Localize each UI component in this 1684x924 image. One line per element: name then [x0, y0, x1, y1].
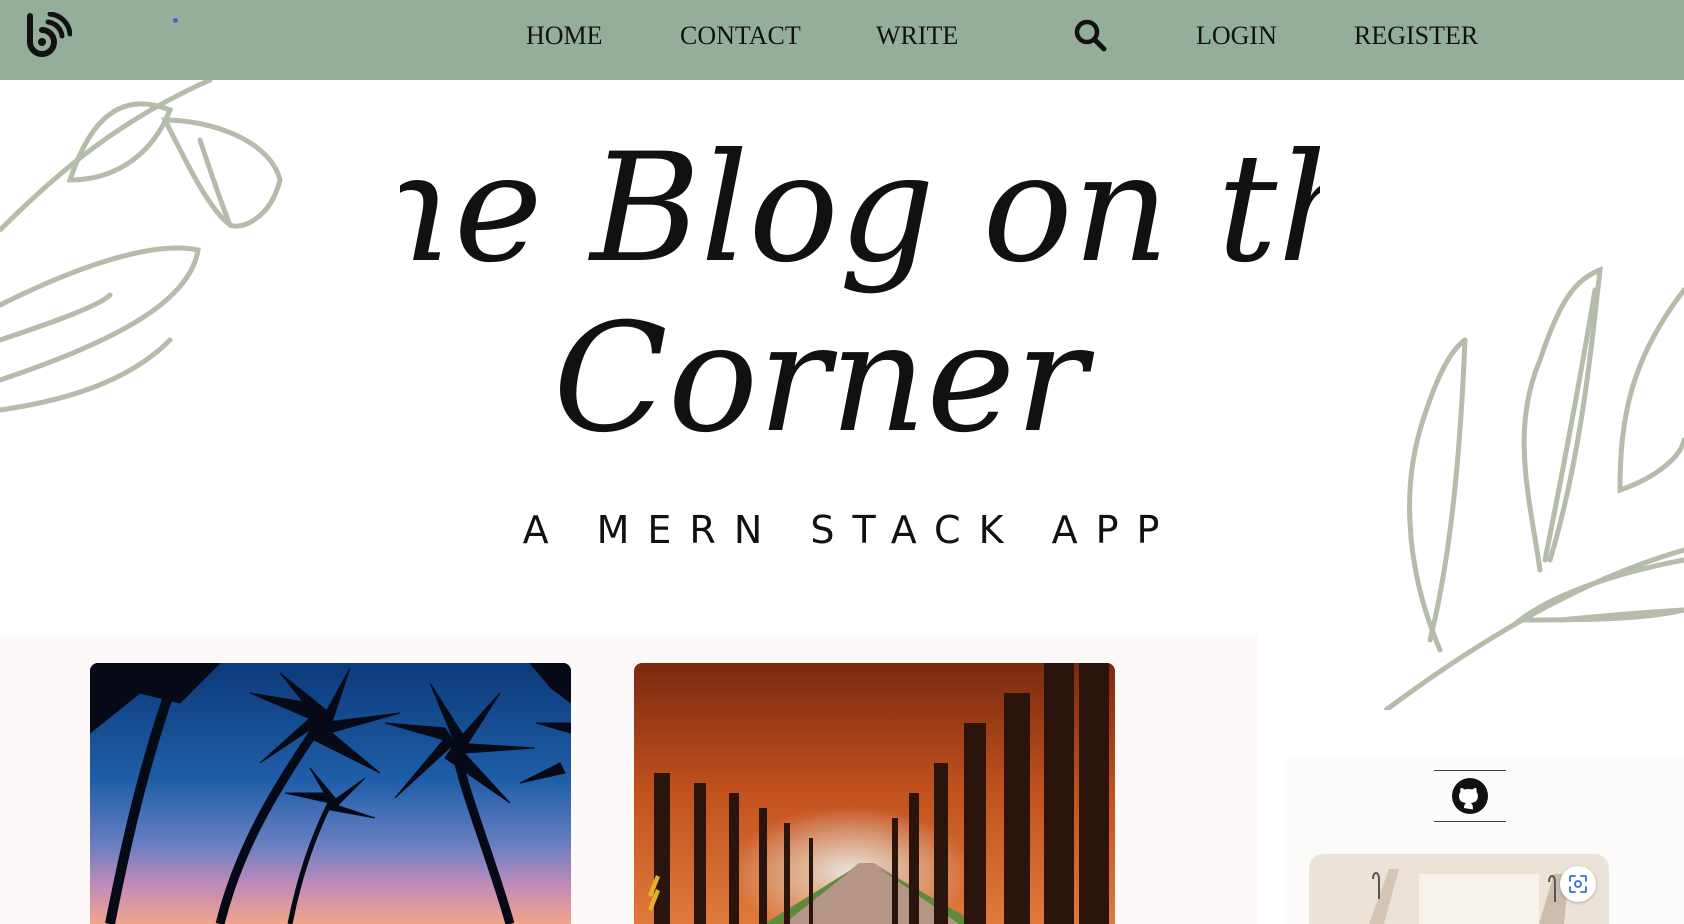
- visual-search-icon: [1569, 875, 1587, 893]
- blog-feed-logo-icon[interactable]: [24, 12, 72, 60]
- nav-register[interactable]: REGISTER: [1354, 20, 1478, 52]
- autumn-tree-path-image: [634, 663, 1115, 924]
- site-subtitle: A MERN STACK APP: [522, 508, 1178, 552]
- indicator-dot: [173, 18, 178, 23]
- post-card[interactable]: [90, 663, 571, 924]
- posts-list: [0, 633, 1259, 924]
- site-title: The Blog on the Corner: [400, 122, 1320, 466]
- leaf-decoration-left: [0, 80, 283, 413]
- nav-home[interactable]: HOME: [526, 20, 603, 52]
- sidebar: [1284, 756, 1684, 924]
- nav-login[interactable]: LOGIN: [1196, 20, 1277, 52]
- title-line-1: The Blog on the: [400, 122, 1320, 296]
- post-card[interactable]: [634, 663, 1115, 924]
- top-navbar: HOME CONTACT WRITE LOGIN REGISTER: [0, 0, 1684, 80]
- social-links: [1434, 770, 1506, 822]
- palm-trees-sunset-image: [90, 663, 571, 924]
- header: The Blog on the Corner A MERN STACK APP: [0, 80, 1684, 710]
- github-icon[interactable]: [1452, 778, 1488, 814]
- nav-write[interactable]: WRITE: [876, 20, 958, 52]
- title-line-2: Corner: [553, 292, 1095, 466]
- search-icon[interactable]: [1073, 18, 1107, 52]
- page: HOME CONTACT WRITE LOGIN REGISTER e Blog…: [0, 0, 1684, 924]
- leaf-decoration-right: [1383, 266, 1684, 710]
- nav-contact[interactable]: CONTACT: [680, 20, 801, 52]
- visual-search-button[interactable]: [1560, 866, 1596, 902]
